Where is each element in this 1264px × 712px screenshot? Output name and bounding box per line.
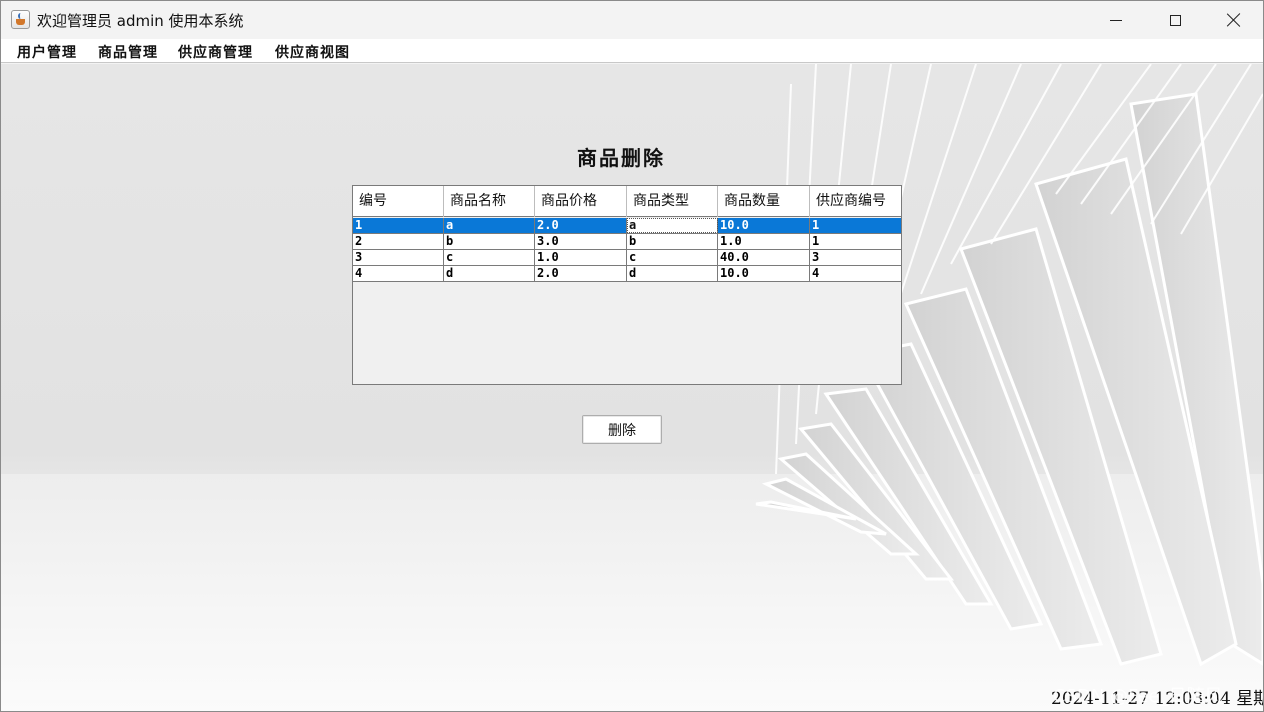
table-cell[interactable]: 3 [353, 250, 444, 265]
table-cell[interactable]: 1 [810, 218, 901, 233]
table-cell[interactable]: 2.0 [535, 218, 627, 233]
table-cell[interactable]: 1.0 [718, 234, 810, 249]
table-cell[interactable]: 10.0 [718, 218, 810, 233]
window-title: 欢迎管理员 admin 使用本系统 [37, 12, 244, 30]
column-header[interactable]: 编号 [353, 186, 444, 217]
table-cell[interactable]: 1.0 [535, 250, 627, 265]
table-row[interactable]: 4 d 2.0 d 10.0 4 [353, 266, 901, 282]
page-title: 商品删除 [577, 146, 665, 170]
table-cell[interactable]: 10.0 [718, 266, 810, 281]
column-header[interactable]: 商品名称 [444, 186, 535, 217]
table-cell[interactable]: d [627, 266, 718, 281]
table-cell[interactable]: 2 [353, 234, 444, 249]
column-header[interactable]: 商品类型 [627, 186, 718, 217]
table-cell[interactable]: b [627, 234, 718, 249]
watermark-text: CSDN @Fee_日随风 [1053, 686, 1223, 707]
table-cell[interactable]: 2.0 [535, 266, 627, 281]
table-row[interactable]: 2 b 3.0 b 1.0 1 [353, 234, 901, 250]
column-header[interactable]: 商品价格 [535, 186, 627, 217]
table-cell[interactable]: 4 [353, 266, 444, 281]
java-app-icon [11, 10, 30, 29]
weekday-value: 星期三 [1236, 689, 1263, 709]
maximize-icon [1169, 14, 1181, 26]
minimize-button[interactable] [1087, 1, 1145, 39]
table-cell[interactable]: 3.0 [535, 234, 627, 249]
table-cell[interactable]: d [444, 266, 535, 281]
table-cell[interactable]: c [627, 250, 718, 265]
menu-product-management[interactable]: 商品管理 [98, 42, 158, 62]
minimize-icon [1110, 19, 1122, 21]
delete-button[interactable]: 删除 [582, 415, 662, 444]
table-cell[interactable]: a [627, 218, 718, 233]
close-button[interactable] [1205, 1, 1263, 39]
menu-bar: 用户管理 商品管理 供应商管理 供应商视图 [1, 39, 1263, 63]
table-cell[interactable]: 4 [810, 266, 901, 281]
table-cell[interactable]: 3 [810, 250, 901, 265]
close-icon [1227, 13, 1241, 27]
content-area: 商品删除 编号 商品名称 商品价格 商品类型 商品数量 供应商编号 1 a 2.… [1, 64, 1263, 711]
menu-supplier-management[interactable]: 供应商管理 [178, 42, 253, 62]
column-header[interactable]: 供应商编号 [810, 186, 901, 217]
table-cell[interactable]: 40.0 [718, 250, 810, 265]
column-header[interactable]: 商品数量 [718, 186, 810, 217]
product-table[interactable]: 编号 商品名称 商品价格 商品类型 商品数量 供应商编号 1 a 2.0 a 1… [352, 185, 902, 385]
table-cell[interactable]: b [444, 234, 535, 249]
menu-user-management[interactable]: 用户管理 [17, 42, 77, 62]
table-row[interactable]: 1 a 2.0 a 10.0 1 [353, 218, 901, 234]
table-cell[interactable]: a [444, 218, 535, 233]
table-cell[interactable]: 1 [810, 234, 901, 249]
maximize-button[interactable] [1146, 1, 1204, 39]
table-body: 1 a 2.0 a 10.0 1 2 b 3.0 b 1.0 1 3 c 1.0… [353, 218, 901, 282]
app-window: 欢迎管理员 admin 使用本系统 用户管理 商品管理 供应商管理 供应商视图 [0, 0, 1264, 712]
title-bar[interactable]: 欢迎管理员 admin 使用本系统 [1, 1, 1263, 39]
menu-supplier-view[interactable]: 供应商视图 [275, 42, 350, 62]
table-cell[interactable]: 1 [353, 218, 444, 233]
table-row[interactable]: 3 c 1.0 c 40.0 3 [353, 250, 901, 266]
table-cell[interactable]: c [444, 250, 535, 265]
table-header: 编号 商品名称 商品价格 商品类型 商品数量 供应商编号 [353, 186, 901, 217]
